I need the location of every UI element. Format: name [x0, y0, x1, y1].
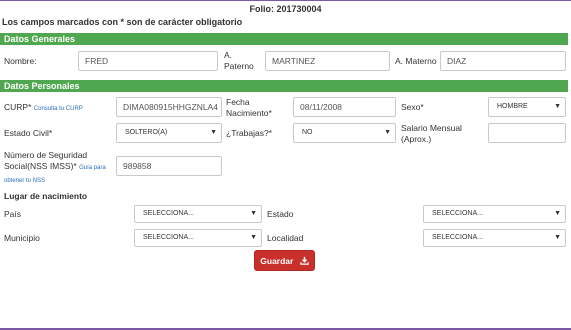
fecha-label-line1: Fecha [226, 97, 250, 107]
salario-label-line2: (Aprox.) [401, 134, 432, 144]
mandatory-fields-note: Los campos marcados con * son de carácte… [2, 17, 243, 27]
apellido-paterno-field[interactable]: MARTINEZ [265, 51, 390, 71]
guia-nss-link-1[interactable]: Guía para [79, 165, 106, 171]
nss-label-line2: Social(NSS IMSS)* [4, 161, 77, 171]
apellido-materno-field[interactable]: DIAZ [440, 51, 566, 71]
curp-field[interactable]: DIMA080915HHGZNLA4 [116, 97, 222, 117]
curp-label-group: CURP* Consulta tu CURP [4, 102, 83, 115]
sexo-label: Sexo* [401, 102, 424, 112]
guia-nss-link-2[interactable]: obtener tu NSS [4, 178, 45, 184]
section-datos-personales: Datos Personales [0, 80, 568, 92]
estado-selected: SELECCIONA... [432, 210, 483, 217]
nss-field[interactable]: 989858 [116, 156, 222, 176]
estado-select[interactable]: SELECCIONA... ▼ [423, 205, 566, 223]
nombre-label: Nombre: [4, 56, 37, 66]
fecha-nacimiento-field[interactable]: 08/11/2008 [293, 97, 396, 117]
pais-label: País [4, 209, 22, 219]
folio-number: Folio: 201730004 [249, 4, 322, 14]
localidad-label: Localidad [267, 233, 304, 243]
nss-link-line2-wrap: obtener tu NSS [4, 174, 45, 184]
materno-label: A. Materno [395, 56, 437, 66]
sexo-selected: HOMBRE [497, 103, 528, 110]
top-border [0, 0, 571, 1]
estado-civil-label: Estado Civil* [4, 128, 53, 138]
municipio-select[interactable]: SELECCIONA... ▼ [134, 229, 262, 247]
trabajas-label: ¿Trabajas?* [226, 128, 272, 138]
estado-label: Estado [267, 209, 294, 219]
salario-field[interactable] [488, 123, 566, 143]
nombre-field[interactable]: FRED [78, 51, 218, 71]
estado-civil-select[interactable]: SOLTERO(A) ▼ [116, 123, 222, 143]
chevron-down-icon: ▼ [250, 234, 257, 241]
pais-select[interactable]: SELECCIONA... ▼ [134, 205, 262, 223]
guardar-button[interactable]: Guardar [254, 250, 315, 271]
municipio-label: Municipio [4, 233, 40, 243]
section-datos-generales: Datos Generales [0, 33, 568, 45]
nss-label-line2-group: Social(NSS IMSS)* Guía para [4, 161, 106, 174]
curp-label: CURP* [4, 102, 32, 112]
chevron-down-icon: ▼ [554, 103, 561, 110]
fecha-label-line2: Nacimiento* [226, 108, 272, 118]
estado-civil-selected: SOLTERO(A) [125, 129, 168, 136]
sexo-select[interactable]: HOMBRE ▼ [488, 97, 566, 117]
pais-selected: SELECCIONA... [143, 210, 194, 217]
trabajas-selected: NO [302, 129, 313, 136]
lugar-nacimiento-heading: Lugar de nacimiento [4, 191, 88, 201]
chevron-down-icon: ▼ [554, 234, 561, 241]
chevron-down-icon: ▼ [554, 210, 561, 217]
trabajas-select[interactable]: NO ▼ [293, 123, 396, 143]
chevron-down-icon: ▼ [210, 129, 217, 136]
chevron-down-icon: ▼ [250, 210, 257, 217]
guardar-label: Guardar [260, 256, 294, 266]
municipio-selected: SELECCIONA... [143, 234, 194, 241]
nss-label-line1: Número de Seguridad [4, 150, 88, 160]
paterno-label-line2: Paterno [224, 61, 254, 71]
paterno-label-line1: A. [224, 50, 233, 60]
localidad-select[interactable]: SELECCIONA... ▼ [423, 229, 566, 247]
download-icon [299, 256, 309, 265]
salario-label-line1: Salario Mensual [401, 123, 462, 133]
consulta-curp-link[interactable]: Consulta tu CURP [34, 106, 83, 112]
localidad-selected: SELECCIONA... [432, 234, 483, 241]
chevron-down-icon: ▼ [384, 129, 391, 136]
